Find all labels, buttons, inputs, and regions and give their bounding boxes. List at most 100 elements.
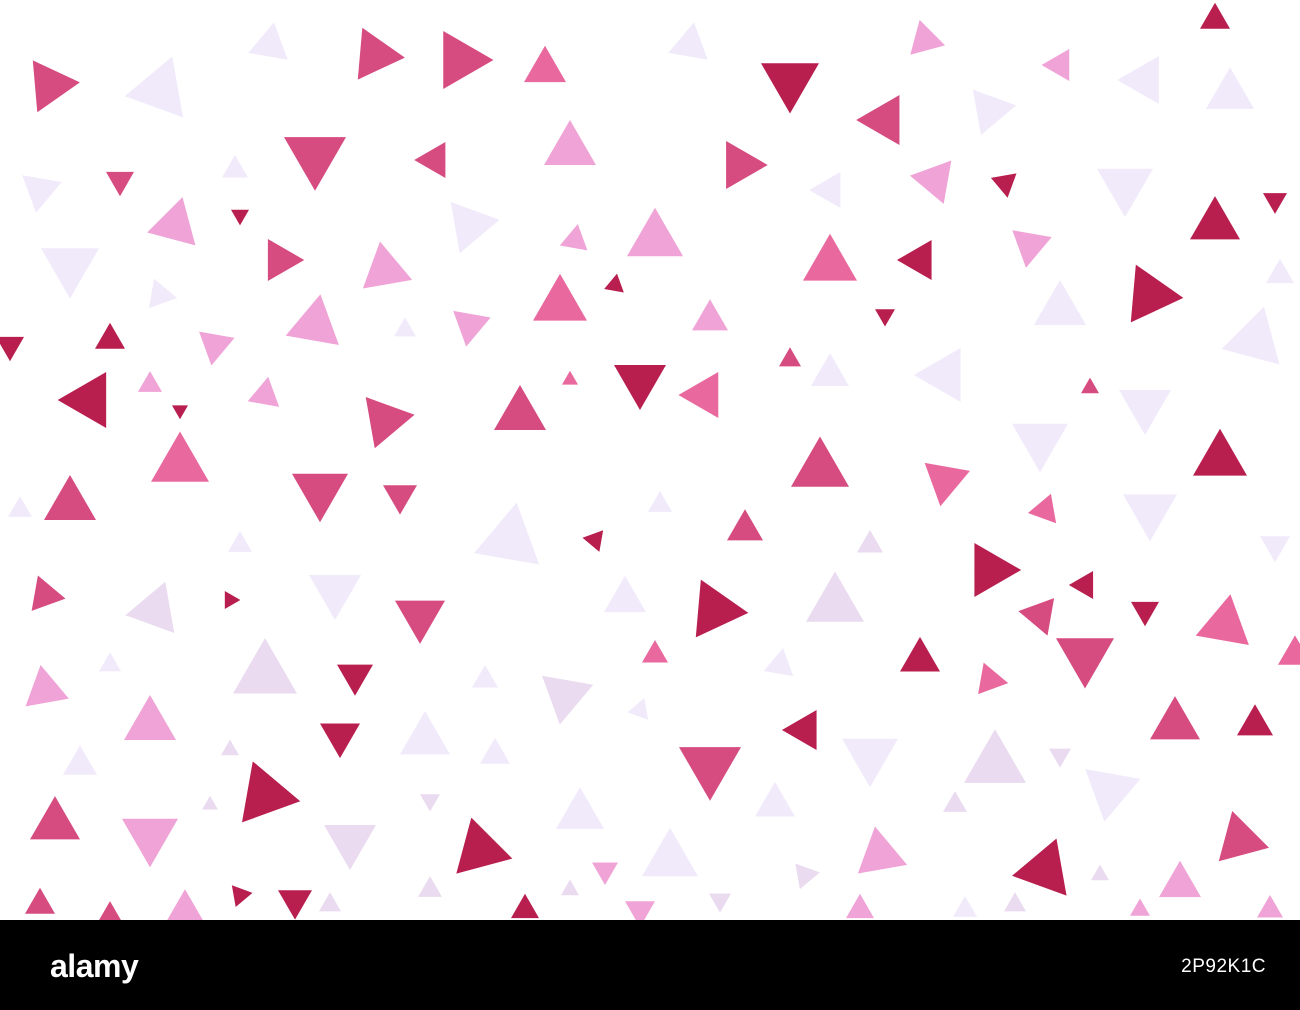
triangle-confetti-pattern	[0, 0, 1300, 920]
confetti-triangle	[1195, 594, 1249, 646]
confetti-triangle	[202, 795, 218, 810]
confetti-triangle	[1056, 638, 1114, 689]
confetti-triangle	[604, 273, 624, 293]
confetti-triangle	[1091, 864, 1109, 881]
confetti-triangle	[1130, 264, 1184, 323]
confetti-triangle	[678, 371, 719, 419]
stock-image-preview: alamy 2P92K1C	[0, 0, 1300, 1010]
pattern-canvas	[0, 2, 1300, 920]
confetti-triangle	[22, 175, 62, 213]
confetti-triangle	[511, 893, 539, 919]
confetti-triangle	[1131, 601, 1159, 627]
confetti-triangle	[480, 737, 510, 764]
confetti-triangle	[857, 826, 908, 874]
confetti-triangle	[99, 901, 121, 920]
confetti-triangle	[450, 202, 500, 254]
confetti-triangle	[248, 22, 288, 60]
confetti-triangle	[524, 45, 566, 83]
confetti-triangle	[964, 729, 1026, 783]
confetti-triangle	[1012, 230, 1052, 268]
confetti-triangle	[125, 581, 175, 633]
confetti-triangle	[1081, 377, 1099, 394]
confetti-triangle	[642, 827, 698, 877]
confetti-triangle	[559, 224, 588, 251]
confetti-triangle	[811, 353, 849, 386]
confetti-triangle	[1190, 196, 1240, 240]
svg-text:alamy: alamy	[50, 948, 139, 984]
confetti-triangle	[1012, 423, 1068, 473]
confetti-triangle	[443, 30, 494, 89]
confetti-triangle	[1260, 536, 1290, 563]
confetti-triangle	[106, 171, 134, 197]
confetti-triangle	[222, 155, 248, 178]
confetti-triangle	[420, 794, 440, 812]
confetti-triangle	[1012, 838, 1067, 896]
confetti-triangle	[726, 141, 768, 189]
confetti-triangle	[1049, 748, 1071, 768]
confetti-triangle	[1150, 696, 1200, 740]
confetti-triangle	[755, 781, 795, 817]
confetti-triangle	[199, 331, 235, 366]
confetti-triangle	[228, 531, 252, 552]
confetti-triangle	[974, 543, 1022, 597]
confetti-triangle	[668, 22, 708, 60]
confetti-triangle	[556, 787, 604, 829]
confetti-triangle	[394, 317, 416, 337]
confetti-triangle	[221, 739, 239, 756]
confetti-triangle	[0, 336, 24, 362]
confetti-triangle	[25, 664, 69, 707]
confetti-triangle	[151, 431, 209, 482]
confetti-triangle	[842, 738, 898, 788]
confetti-triangle	[709, 893, 731, 913]
confetti-triangle	[1034, 280, 1086, 325]
confetti-triangle	[1097, 168, 1153, 218]
confetti-triangle	[172, 405, 188, 420]
confetti-triangle	[625, 901, 655, 920]
confetti-triangle	[25, 887, 55, 914]
confetti-triangle	[278, 890, 312, 920]
confetti-triangle	[414, 141, 446, 179]
confetti-triangle	[695, 579, 749, 638]
confetti-triangle	[233, 638, 297, 694]
confetti-triangle	[241, 761, 301, 823]
confetti-triangle	[1117, 56, 1159, 105]
confetti-triangle	[727, 509, 763, 541]
confetti-triangle	[395, 600, 445, 644]
confetti-triangle	[990, 173, 1017, 198]
confetti-triangle	[806, 571, 864, 622]
confetti-triangle	[453, 310, 491, 347]
confetti-triangle	[324, 825, 376, 870]
confetti-triangle	[292, 473, 348, 523]
confetti-triangle	[124, 695, 176, 740]
confetti-triangle	[781, 710, 817, 751]
confetti-triangle	[337, 664, 373, 696]
confetti-triangle	[642, 640, 668, 663]
confetti-triangle	[1123, 494, 1177, 542]
confetti-triangle	[362, 241, 413, 289]
confetti-triangle	[224, 590, 241, 610]
confetti-triangle	[972, 89, 1017, 135]
confetti-triangle	[582, 530, 604, 552]
confetti-triangle	[1221, 306, 1280, 365]
confetti-triangle	[809, 171, 841, 209]
confetti-triangle	[1257, 895, 1283, 918]
confetti-triangle	[494, 385, 546, 430]
confetti-triangle	[231, 885, 253, 907]
confetti-triangle	[541, 675, 594, 725]
confetti-triangle	[122, 818, 178, 868]
confetti-triangle	[319, 892, 341, 912]
confetti-triangle	[943, 791, 967, 812]
confetti-triangle	[648, 491, 672, 512]
watermark-bar: alamy 2P92K1C	[0, 920, 1300, 1010]
confetti-triangle	[763, 647, 794, 677]
confetti-triangle	[856, 95, 900, 146]
confetti-triangle	[900, 636, 940, 672]
confetti-triangle	[562, 370, 578, 385]
confetti-triangle	[533, 273, 587, 321]
confetti-triangle	[32, 60, 80, 113]
confetti-triangle	[1004, 892, 1026, 912]
confetti-triangle	[31, 575, 66, 611]
confetti-triangle	[57, 372, 107, 429]
confetti-triangle	[63, 745, 97, 775]
confetti-triangle	[627, 698, 649, 720]
